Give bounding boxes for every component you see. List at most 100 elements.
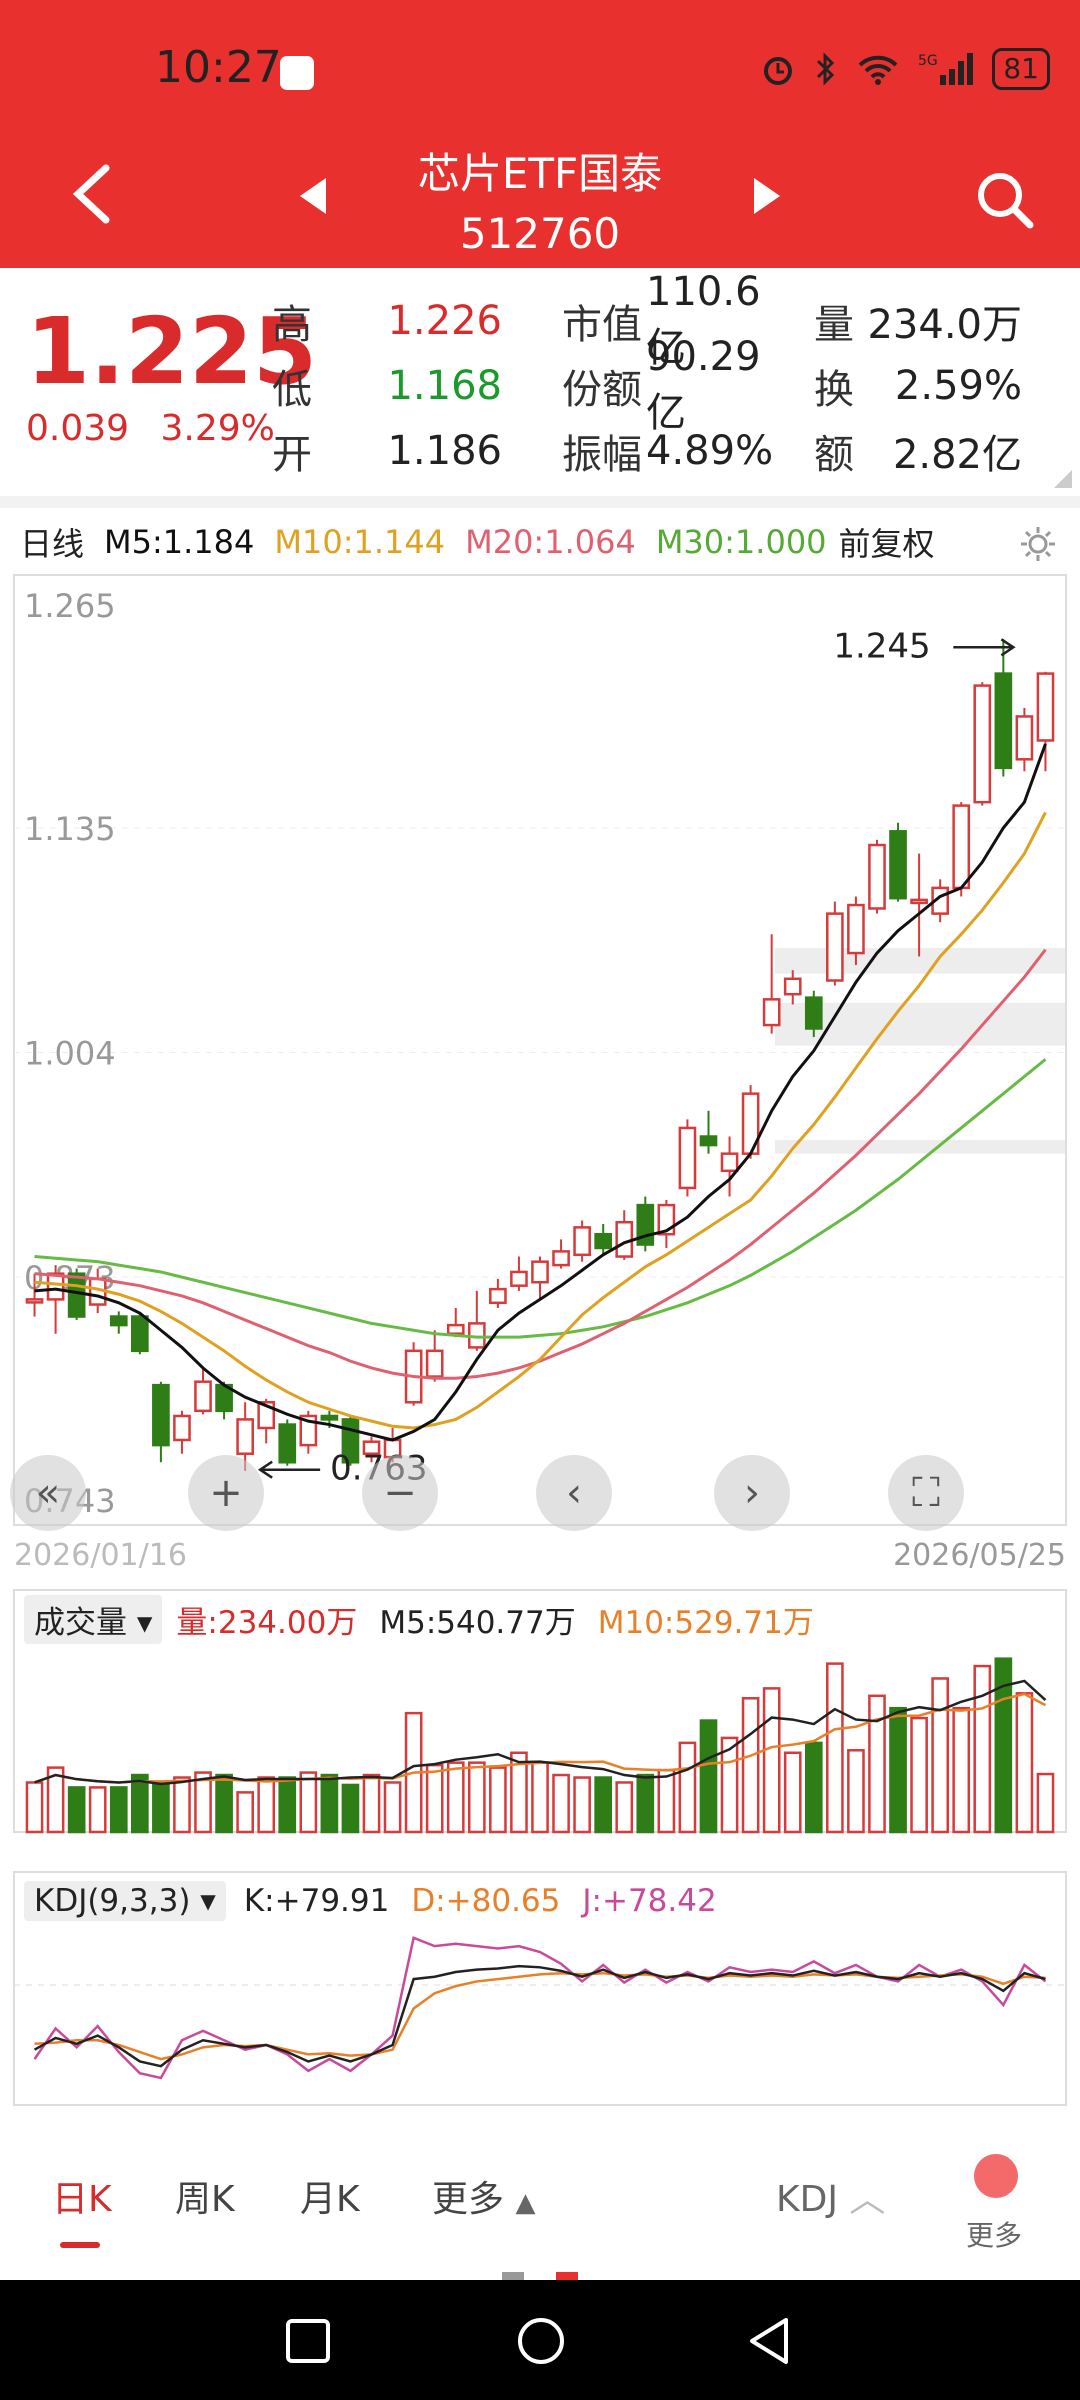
candle-body [678,1126,697,1190]
kdj-k-value: K:+79.91 [243,1883,390,1919]
scroll-right-button[interactable]: › [714,1455,790,1531]
volume-bar [594,1776,613,1834]
volume-bar [636,1773,655,1834]
period-label[interactable]: 日线 [20,519,84,565]
stat-label: 高 [272,301,312,348]
more-apps-icon[interactable] [974,2154,1018,2198]
kdj-d-line [34,1971,1046,2061]
stat-label: 换 [814,366,854,413]
battery-indicator: 81 [992,48,1050,90]
indicator-switch[interactable]: KDJ ︿ [776,2170,885,2222]
volume-bar [931,1677,949,1834]
candle-body [762,998,781,1027]
settings-gear-icon[interactable] [1018,524,1058,564]
candle-body [152,1383,170,1447]
candle-body [889,830,907,900]
volume-bar [1036,1772,1055,1834]
candle-body [699,1135,718,1147]
more-label[interactable]: 更多 [966,2214,1022,2254]
ma5-label: M5:1.184 [104,523,255,561]
back-arrow-icon[interactable] [70,162,114,226]
volume-bar [446,1761,465,1834]
max-price-label: 1.245 [833,626,930,666]
scroll-left-button[interactable]: ‹ [536,1455,612,1531]
zoom-in-button[interactable]: + [188,1455,264,1531]
volume-indicator-select[interactable]: 成交量 ▾ [24,1594,163,1644]
volume-bar [194,1771,212,1834]
candle-body [109,1315,128,1327]
zoom-out-button[interactable]: − [362,1455,438,1531]
status-bar: 10:27 5G 81 [0,0,1080,130]
volume-bar [699,1719,718,1834]
volume-bar [467,1761,486,1834]
kdj-j-value: J:+78.42 [582,1883,717,1919]
tab-more-label: 更多 [432,2179,505,2220]
candle-body [973,684,992,804]
candle-body [994,672,1013,770]
volume-bar [783,1751,802,1834]
kdj-header: KDJ(9,3,3) ▾ K:+79.91 D:+80.65 J:+78.42 [24,1876,717,1926]
min-arrow-icon [257,1460,321,1479]
stock-name: 芯片ETF国泰 [417,149,663,198]
notification-icon [280,56,314,90]
indicator-switch-label: KDJ [776,2179,838,2220]
stat-value: 1.168 [387,362,502,409]
candle-body [573,1226,591,1257]
search-icon[interactable] [975,170,1035,230]
volume-bar [762,1687,781,1834]
prev-stock-icon[interactable] [298,176,328,216]
volume-bar [215,1773,233,1834]
volume-bar [362,1773,381,1834]
stat-value: 1.226 [387,297,502,344]
volume-bar [889,1706,907,1834]
ma30-label: M30:1.000 [655,523,827,561]
candle-body [847,903,865,955]
volume-bar [320,1773,339,1834]
expand-corner-icon[interactable] [1054,470,1072,488]
volume-bar [615,1781,634,1834]
candle-body [594,1232,613,1250]
volume-bar [1015,1692,1034,1834]
volume-bar [678,1741,697,1834]
back-nav-icon[interactable] [744,2316,794,2366]
kdj-indicator-select[interactable]: KDJ(9,3,3) ▾ [24,1881,226,1921]
price-panel-frame [13,574,1067,1526]
volume-bar [109,1786,128,1834]
candle-body [278,1423,297,1464]
stat-label: 低 [272,366,312,413]
signal-icon: 5G [918,53,974,85]
volume-value: 量:234.00万 [176,1604,358,1641]
stat-label: 量 [814,301,854,348]
candle-body [868,843,886,910]
volume-bar [804,1741,823,1834]
volume-bar [257,1776,276,1834]
quote-stats: 高 1.226 市值 110.6亿量 234.0万低 1.168 份额 90.29亿换 2.59… [272,269,1062,483]
next-stock-icon[interactable] [752,176,782,216]
fullscreen-button[interactable]: ⛶ [888,1455,964,1531]
candle-body [531,1260,549,1284]
kdj-j-line [33,1936,1047,2080]
scroll-start-button[interactable]: « [10,1455,86,1531]
stat-value: 90.29亿 [646,333,761,436]
candle-body [1036,672,1055,742]
tab-month-k[interactable]: 月K [300,2170,360,2222]
tab-more[interactable]: 更多 ▲ [432,2170,535,2222]
candle-body [826,912,844,982]
max-arrow-icon [953,638,1016,657]
volume-bar [657,1768,676,1834]
volume-bar [910,1716,928,1834]
recent-apps-icon[interactable] [285,2318,331,2364]
y-tick-label: 1.004 [24,1035,116,1073]
stat-label: 额 [814,431,854,478]
home-icon[interactable] [516,2316,566,2366]
adjust-mode[interactable]: 前复权 [839,519,935,565]
start-date-label: 2026/01/16 [14,1538,187,1573]
volume-bar [383,1781,402,1834]
kdj-indicator-label: KDJ(9,3,3) [34,1883,191,1919]
stock-title: 芯片ETF国泰 512760 [340,144,740,264]
volume-bar [341,1783,360,1834]
tab-week-k[interactable]: 周K [175,2170,235,2222]
volume-bar [278,1776,297,1834]
tab-day-k[interactable]: 日K [52,2170,112,2222]
volume-bar [152,1781,170,1834]
